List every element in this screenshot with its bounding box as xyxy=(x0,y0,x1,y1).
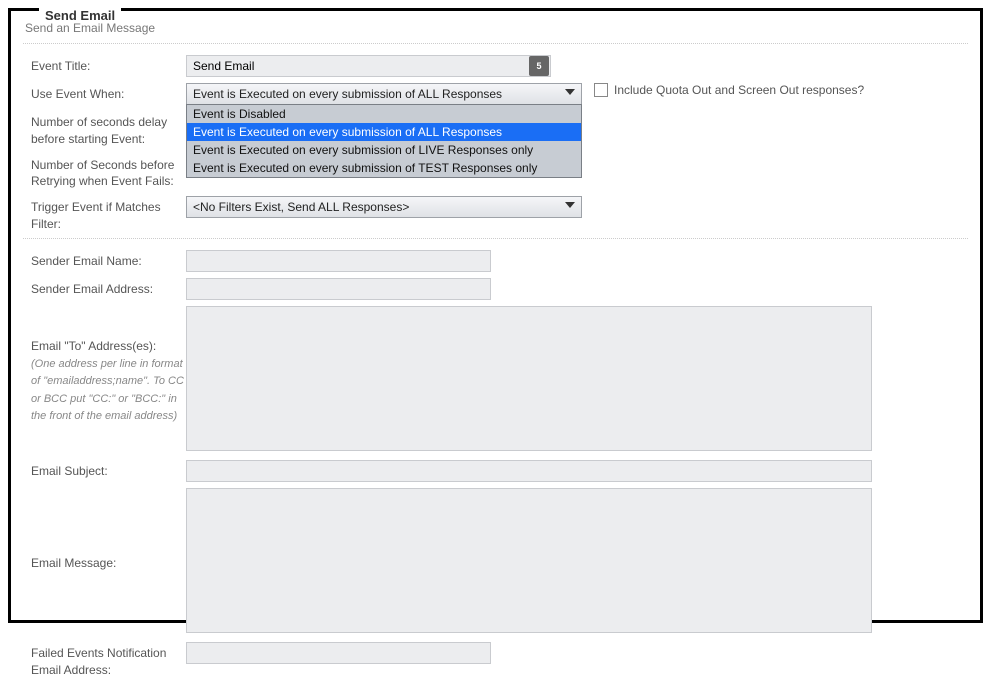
divider xyxy=(23,43,968,44)
dropdown-option[interactable]: Event is Executed on every submission of… xyxy=(187,123,581,141)
dropdown-option[interactable]: Event is Executed on every submission of… xyxy=(187,159,581,177)
use-event-when-value: Event is Executed on every submission of… xyxy=(193,87,502,101)
dropdown-option[interactable]: Event is Disabled xyxy=(187,105,581,123)
use-event-when-dropdown[interactable]: Event is Disabled Event is Executed on e… xyxy=(186,104,582,178)
label-email-message: Email Message: xyxy=(31,552,186,572)
label-failed-notify: Failed Events Notification Email Address… xyxy=(31,642,186,679)
label-use-event-when: Use Event When: xyxy=(31,83,186,103)
failed-notify-input[interactable] xyxy=(186,642,491,664)
event-title-input[interactable] xyxy=(186,55,551,77)
label-sender-name: Sender Email Name: xyxy=(31,250,186,270)
use-event-when-select[interactable]: Event is Executed on every submission of… xyxy=(186,83,582,105)
email-to-textarea[interactable] xyxy=(186,306,872,451)
dropdown-option[interactable]: Event is Executed on every submission of… xyxy=(187,141,581,159)
chevron-down-icon xyxy=(565,202,575,208)
email-subject-input[interactable] xyxy=(186,460,872,482)
include-quota-label: Include Quota Out and Screen Out respons… xyxy=(614,83,864,97)
label-seconds-delay: Number of seconds delay before starting … xyxy=(31,111,186,148)
label-event-title: Event Title: xyxy=(31,55,186,75)
label-seconds-retry: Number of Seconds before Retrying when E… xyxy=(31,154,186,191)
trigger-filter-select[interactable]: <No Filters Exist, Send ALL Responses> xyxy=(186,196,582,218)
trigger-filter-value: <No Filters Exist, Send ALL Responses> xyxy=(193,200,409,214)
label-sender-address: Sender Email Address: xyxy=(31,278,186,298)
label-email-subject: Email Subject: xyxy=(31,460,186,480)
panel-legend: Send Email xyxy=(39,8,121,23)
label-email-to: Email "To" Address(es): (One address per… xyxy=(31,335,186,424)
sender-name-input[interactable] xyxy=(186,250,491,272)
email-message-textarea[interactable] xyxy=(186,488,872,633)
label-trigger-filter: Trigger Event if Matches Filter: xyxy=(31,196,186,233)
chevron-down-icon xyxy=(565,89,575,95)
divider xyxy=(23,238,968,239)
sender-address-input[interactable] xyxy=(186,278,491,300)
panel-subtitle: Send an Email Message xyxy=(23,15,968,41)
history-icon[interactable]: 5 xyxy=(529,56,549,76)
include-quota-checkbox[interactable] xyxy=(594,83,608,97)
